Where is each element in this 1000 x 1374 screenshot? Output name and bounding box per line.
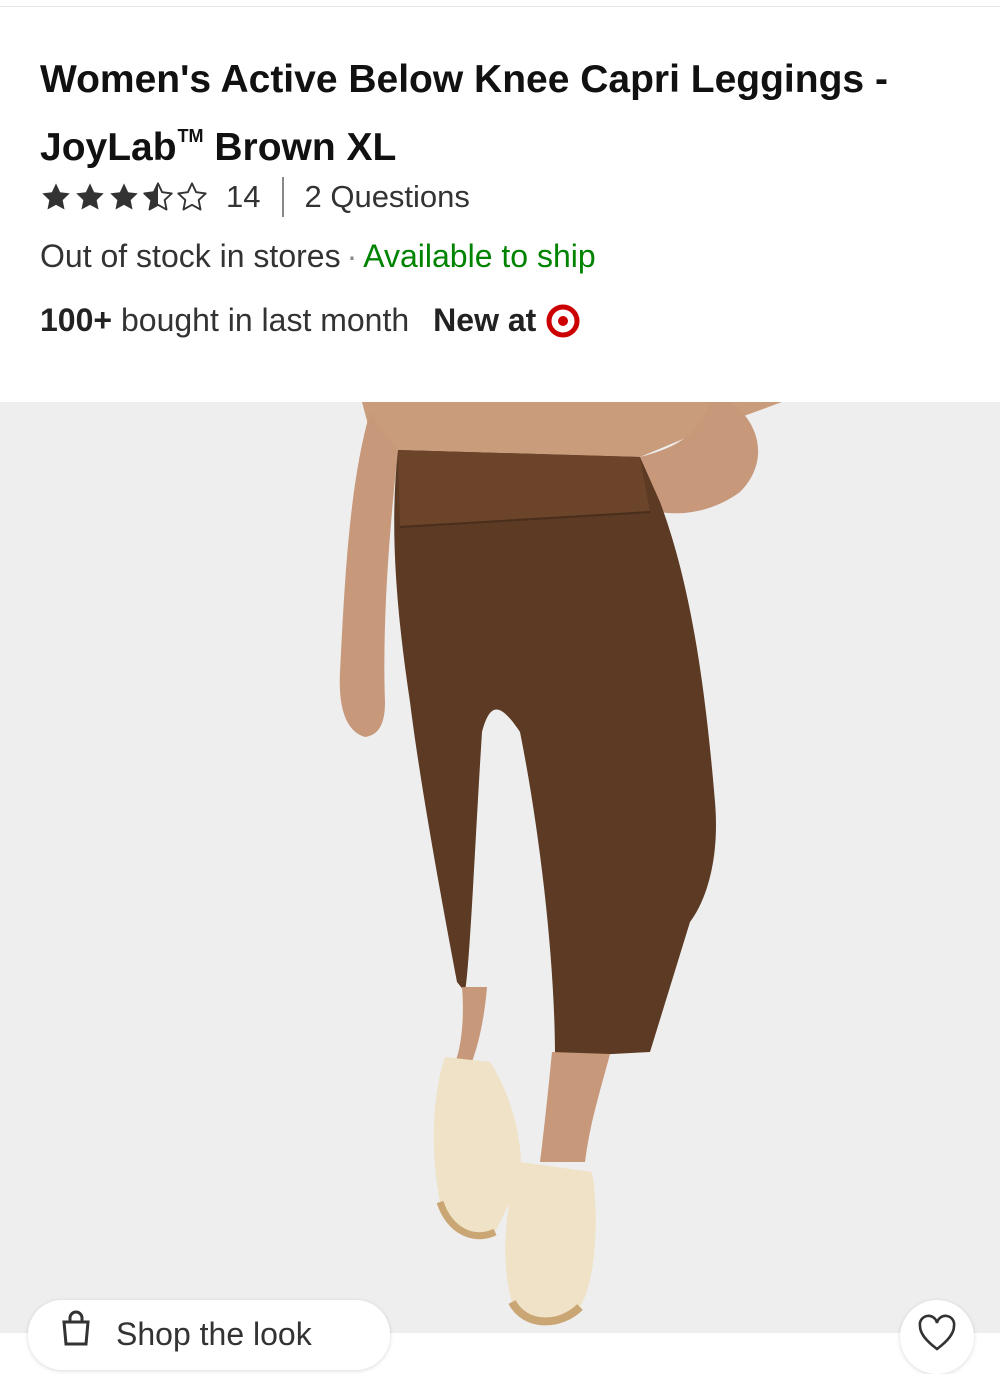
heart-icon: [918, 1314, 956, 1351]
star-full-icon: [110, 183, 138, 210]
product-title: Women's Active Below Knee Capri Leggings…: [40, 52, 940, 176]
star-rating: [40, 181, 208, 213]
product-image[interactable]: [0, 402, 1000, 1333]
shopping-bag-icon: [62, 1310, 90, 1346]
rating-divider: [282, 177, 285, 217]
store-stock-status: Out of stock in stores: [40, 238, 341, 274]
product-title-suffix: Brown XL: [214, 126, 397, 169]
social-proof-row: 100+ bought in last month New at: [40, 302, 580, 339]
star-empty-icon: [177, 182, 207, 211]
shop-the-look-button[interactable]: Shop the look: [28, 1300, 390, 1370]
trademark: TM: [177, 126, 204, 146]
new-at-badge: New at: [433, 302, 580, 339]
rating-row[interactable]: 14 2 Questions: [40, 176, 470, 218]
star-full-icon: [76, 183, 104, 210]
star-half-icon: [143, 182, 173, 211]
new-at-label: New at: [433, 302, 537, 338]
bought-text: bought in last month: [120, 302, 410, 338]
star-full-icon: [42, 183, 70, 210]
favorite-button[interactable]: [900, 1300, 974, 1374]
availability-separator: ·: [346, 238, 358, 274]
top-divider: [0, 6, 1000, 7]
review-count[interactable]: 14: [226, 179, 260, 215]
shipping-status: Available to ship: [363, 238, 596, 274]
product-title-main: Women's Active Below Knee Capri Leggings…: [40, 58, 888, 169]
bought-count: 100+: [40, 302, 113, 338]
shop-the-look-label: Shop the look: [116, 1316, 312, 1352]
questions-link[interactable]: 2 Questions: [304, 179, 469, 215]
target-logo-icon: [546, 304, 580, 337]
product-photo-illustration: [0, 402, 1000, 1333]
availability-row: Out of stock in stores · Available to ship: [40, 238, 596, 275]
